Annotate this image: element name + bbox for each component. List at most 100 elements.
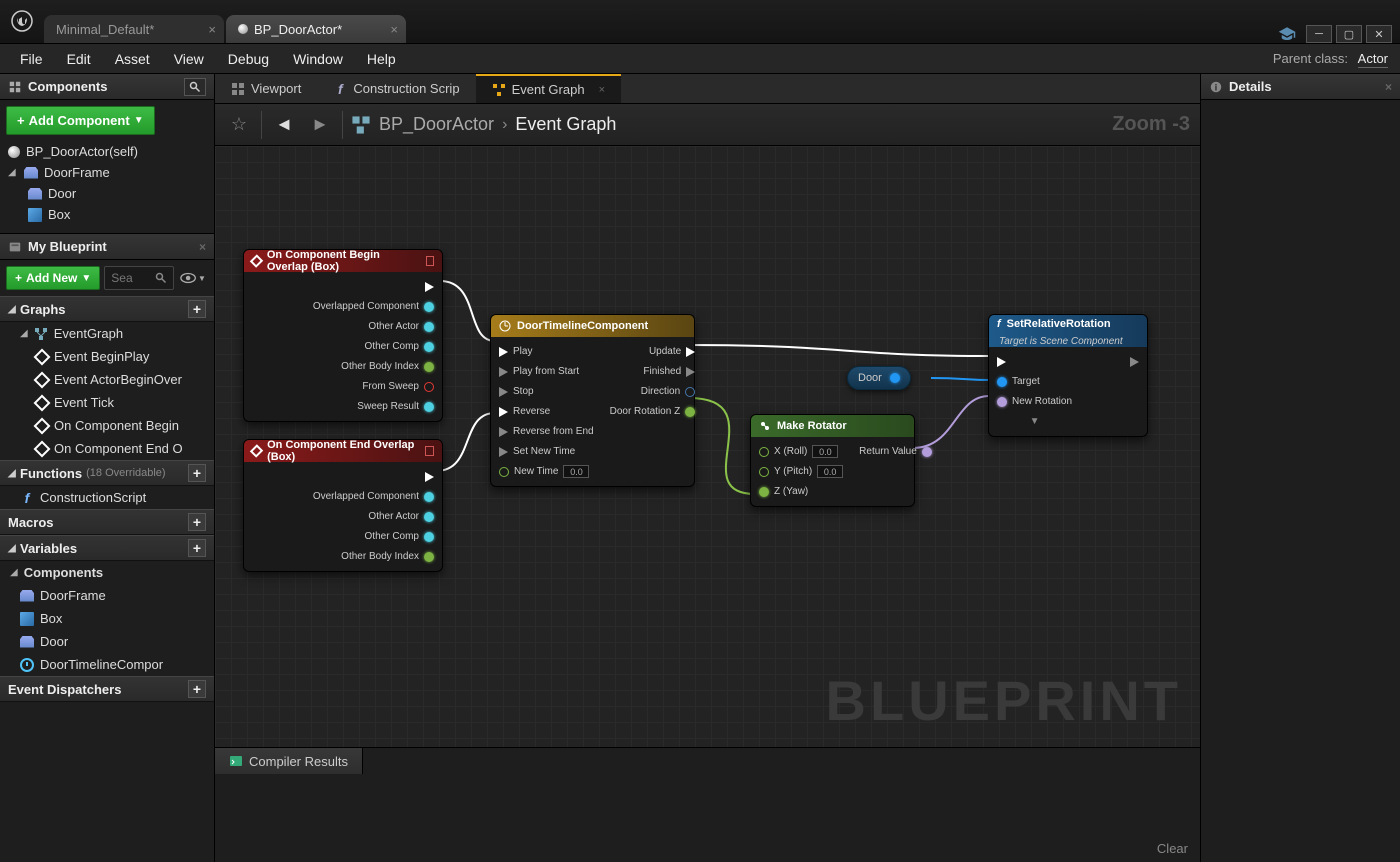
add-new-button[interactable]: + Add New ▼ [6, 266, 100, 290]
pin-set-new-time[interactable]: Set New Time [499, 443, 594, 460]
nav-forward-button[interactable]: ► [306, 111, 334, 139]
compiler-results-tab[interactable]: Compiler Results [215, 748, 363, 774]
pin-overlapped-component[interactable]: Overlapped Component [313, 488, 434, 505]
maximize-button[interactable]: ▢ [1336, 25, 1362, 43]
add-button[interactable]: + [188, 464, 206, 482]
add-component-button[interactable]: + Add Component ▼ [6, 106, 155, 135]
node-header[interactable]: DoorTimelineComponent [491, 315, 694, 337]
close-icon[interactable]: × [208, 22, 216, 37]
pin-x-roll[interactable]: X (Roll)0.0 [759, 443, 843, 460]
pin-other-body-index[interactable]: Other Body Index [341, 548, 434, 565]
menu-help[interactable]: Help [355, 51, 408, 67]
pin-other-comp[interactable]: Other Comp [365, 528, 434, 545]
node-header[interactable]: On Component Begin Overlap (Box) [244, 250, 442, 272]
expand-arrow-icon[interactable]: ◢ [8, 167, 18, 178]
node-header[interactable]: On Component End Overlap (Box) [244, 440, 442, 462]
add-button[interactable]: + [188, 680, 206, 698]
tab-viewport[interactable]: Viewport [215, 74, 317, 103]
node-timeline[interactable]: DoorTimelineComponent Play Play from Sta… [490, 314, 695, 487]
tab-minimal-default[interactable]: Minimal_Default* × [44, 15, 224, 43]
section-macros[interactable]: Macros + [0, 509, 214, 535]
components-header[interactable]: Components [0, 74, 214, 100]
event-tick[interactable]: Event Tick [0, 391, 214, 414]
pin-new-time[interactable]: New Time0.0 [499, 463, 594, 480]
menu-file[interactable]: File [8, 51, 55, 67]
pin-update[interactable]: Update [649, 343, 695, 360]
event-componentbegin[interactable]: On Component Begin [0, 414, 214, 437]
pin-reverse-from-end[interactable]: Reverse from End [499, 423, 594, 440]
breakpoint-icon[interactable] [425, 446, 434, 456]
graph-eventgraph[interactable]: ◢ EventGraph [0, 322, 214, 345]
exec-out-pin[interactable] [425, 468, 434, 485]
menu-asset[interactable]: Asset [103, 51, 162, 67]
exec-out-pin[interactable] [425, 278, 434, 295]
minimize-button[interactable]: ─ [1306, 25, 1332, 43]
event-beginplay[interactable]: Event BeginPlay [0, 345, 214, 368]
node-begin-overlap[interactable]: On Component Begin Overlap (Box) Overlap… [243, 249, 443, 422]
add-button[interactable]: + [188, 539, 206, 557]
menu-window[interactable]: Window [281, 51, 355, 67]
tab-bp-dooractor[interactable]: BP_DoorActor* × [226, 15, 406, 43]
pin-reverse[interactable]: Reverse [499, 403, 594, 420]
value-input[interactable]: 0.0 [812, 445, 838, 458]
clear-button[interactable]: Clear [1145, 835, 1200, 862]
menu-view[interactable]: View [162, 51, 216, 67]
node-header[interactable]: f SetRelativeRotation Target is Scene Co… [989, 315, 1147, 347]
value-input[interactable]: 0.0 [817, 465, 843, 478]
pin-play-from-start[interactable]: Play from Start [499, 363, 594, 380]
close-icon[interactable]: × [599, 84, 605, 96]
section-dispatchers[interactable]: Event Dispatchers + [0, 676, 214, 702]
parent-class-link[interactable]: Actor [1358, 51, 1388, 68]
expand-pins[interactable]: ▼ [997, 413, 1072, 430]
close-icon[interactable]: × [199, 240, 206, 254]
pin-overlapped-component[interactable]: Overlapped Component [313, 298, 434, 315]
pin-other-actor[interactable]: Other Actor [368, 318, 434, 335]
breadcrumb-graph[interactable]: Event Graph [515, 114, 616, 135]
close-icon[interactable]: × [390, 22, 398, 37]
breadcrumb-class[interactable]: BP_DoorActor [379, 114, 494, 135]
event-actorbeginoverlap[interactable]: Event ActorBeginOver [0, 368, 214, 391]
variables-components-group[interactable]: ◢ Components [0, 561, 214, 584]
details-header[interactable]: i Details × [1201, 74, 1400, 100]
component-root[interactable]: BP_DoorActor(self) [4, 141, 210, 162]
node-door-reference[interactable]: Door [847, 366, 911, 390]
compiler-output[interactable]: Clear [215, 774, 1200, 862]
pin-other-comp[interactable]: Other Comp [365, 338, 434, 355]
var-doortimeline[interactable]: DoorTimelineCompor [0, 653, 214, 676]
pin-target[interactable]: Target [997, 373, 1072, 390]
pin-other-actor[interactable]: Other Actor [368, 508, 434, 525]
tab-event-graph[interactable]: Event Graph × [476, 74, 621, 103]
section-functions[interactable]: ◢ Functions (18 Overridable) + [0, 460, 214, 486]
pin-new-rotation[interactable]: New Rotation [997, 393, 1072, 410]
node-header[interactable]: Make Rotator [751, 415, 914, 437]
pin-play[interactable]: Play [499, 343, 594, 360]
add-button[interactable]: + [188, 300, 206, 318]
menu-edit[interactable]: Edit [55, 51, 103, 67]
close-icon[interactable]: × [1385, 80, 1392, 94]
pin-z-yaw[interactable]: Z (Yaw) [759, 483, 843, 500]
breakpoint-icon[interactable] [426, 256, 434, 266]
favorite-button[interactable]: ☆ [225, 111, 253, 139]
search-input[interactable]: Sea [104, 266, 174, 290]
exec-in-pin[interactable] [997, 353, 1072, 370]
value-input[interactable]: 0.0 [563, 465, 589, 478]
menu-debug[interactable]: Debug [216, 51, 281, 67]
graph-canvas[interactable]: On Component Begin Overlap (Box) Overlap… [215, 146, 1200, 747]
component-door[interactable]: Door [4, 183, 210, 204]
pin-other-body-index[interactable]: Other Body Index [341, 358, 434, 375]
node-make-rotator[interactable]: Make Rotator X (Roll)0.0 Y (Pitch)0.0 Z … [750, 414, 915, 507]
function-constructionscript[interactable]: f ConstructionScript [0, 486, 214, 509]
my-blueprint-header[interactable]: My Blueprint × [0, 234, 214, 260]
var-door[interactable]: Door [0, 630, 214, 653]
nav-back-button[interactable]: ◄ [270, 111, 298, 139]
pin-door-rotation-z[interactable]: Door Rotation Z [610, 403, 696, 420]
pin-stop[interactable]: Stop [499, 383, 594, 400]
close-button[interactable]: ✕ [1366, 25, 1392, 43]
node-set-relative-rotation[interactable]: f SetRelativeRotation Target is Scene Co… [988, 314, 1148, 437]
exec-out-pin[interactable] [1130, 353, 1139, 370]
tab-construction-script[interactable]: f Construction Scrip [317, 74, 475, 103]
pin-return-value[interactable]: Return Value [859, 443, 932, 460]
pin-from-sweep[interactable]: From Sweep [362, 378, 434, 395]
pin-sweep-result[interactable]: Sweep Result [357, 398, 434, 415]
component-box[interactable]: Box [4, 204, 210, 225]
